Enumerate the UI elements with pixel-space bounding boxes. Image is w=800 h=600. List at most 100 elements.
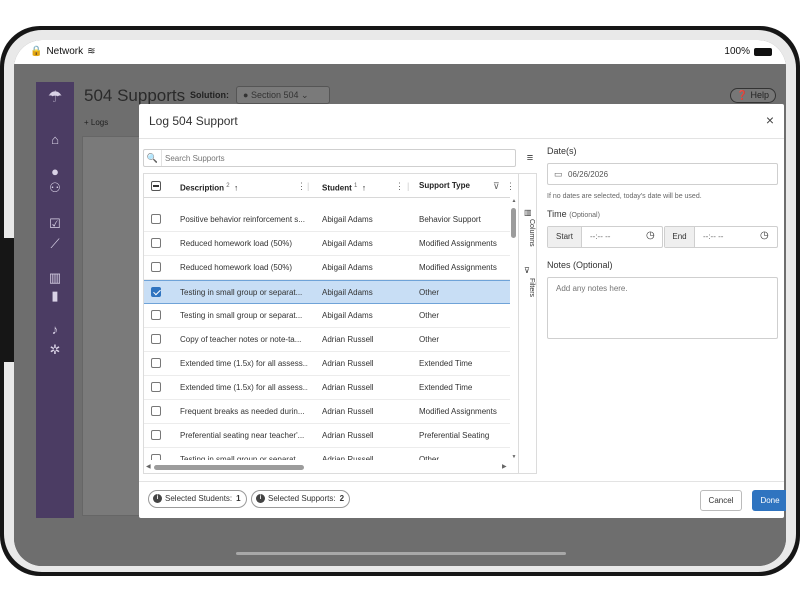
horizontal-scrollbar[interactable]: ◀ ▶	[144, 462, 518, 472]
column-menu-icon[interactable]: ⋮	[506, 174, 515, 198]
date-field[interactable]: ▭ 06/26/2026	[547, 163, 778, 185]
info-icon: i	[256, 494, 265, 503]
cell-description: Testing in small group or separat...	[180, 455, 303, 460]
gear-icon[interactable]: ✲	[47, 342, 63, 358]
row-checkbox[interactable]	[151, 238, 161, 248]
status-bar: 🔒 Network ≋ 100%	[14, 40, 786, 64]
sliders-icon[interactable]: ≡	[523, 151, 537, 165]
help-button[interactable]: ❓ Help	[729, 88, 776, 103]
cell-support-type: Preferential Seating	[419, 431, 490, 440]
cell-student: Adrian Russell	[322, 431, 374, 440]
user-icon[interactable]: ●	[47, 164, 63, 180]
notes-label: Notes (Optional)	[547, 260, 613, 270]
file-icon[interactable]: ▮	[47, 288, 63, 304]
selected-supports-count: 2	[339, 494, 345, 503]
column-menu-icon[interactable]: ⋮	[297, 174, 306, 198]
description-sort-order: 2	[226, 183, 230, 189]
table-row[interactable]: Testing in small group or separat... Abig…	[144, 304, 510, 328]
row-checkbox[interactable]	[151, 454, 161, 460]
selected-supports-badge: i Selected Supports: 2	[251, 490, 351, 508]
page-title: 504 Supports	[84, 86, 186, 105]
arrow-up-icon: ↑	[234, 183, 239, 193]
dates-label: Date(s)	[547, 146, 577, 156]
horizontal-scroll-thumb[interactable]	[154, 465, 304, 470]
users-icon[interactable]: ⚇	[47, 180, 63, 196]
end-time-group: End --:-- -- ◷	[664, 226, 778, 248]
cell-support-type: Modified Assignments	[419, 239, 497, 248]
cell-description: Copy of teacher notes or note-ta...	[180, 335, 302, 344]
table-row[interactable]: Reduced homework load (50%) Abigail Adams…	[144, 232, 510, 256]
row-checkbox[interactable]	[151, 262, 161, 272]
cell-support-type: Other	[419, 335, 440, 344]
vertical-scrollbar[interactable]: ▲ ▼	[510, 198, 518, 460]
column-header-support-type[interactable]: Support Type	[419, 174, 470, 198]
row-checkbox[interactable]	[151, 430, 161, 440]
selected-students-count: 1	[236, 494, 241, 503]
table-row[interactable]: Preferential seating near teacher'... Adr…	[144, 424, 510, 448]
home-icon[interactable]: ⌂	[47, 132, 63, 148]
row-checkbox[interactable]	[151, 287, 161, 297]
table-row[interactable]: Positive behavior reinforcement s... Abig…	[144, 208, 510, 232]
scroll-left-icon[interactable]: ◀	[146, 463, 151, 470]
start-time-input[interactable]: --:-- --	[590, 227, 610, 247]
columns-icon[interactable]: ▥	[524, 208, 532, 217]
chart-bar-icon[interactable]: ▥	[47, 270, 63, 286]
supports-grid: Description 2 ↑ ⋮ | Student 1 ↑ ⋮ | Supp…	[143, 173, 537, 474]
row-checkbox[interactable]	[151, 334, 161, 344]
search-input[interactable]	[165, 151, 505, 165]
table-row[interactable]: Reduced homework load (50%) Abigail Adams…	[144, 256, 510, 280]
row-checkbox[interactable]	[151, 382, 161, 392]
umbrella-icon[interactable]: ☂	[47, 90, 63, 106]
solution-label: Solution:	[190, 90, 229, 100]
logs-button[interactable]: + Logs	[84, 118, 108, 127]
grid-header: Description 2 ↑ ⋮ | Student 1 ↑ ⋮ | Supp…	[144, 174, 515, 198]
notes-textarea[interactable]	[547, 277, 778, 339]
filter-icon[interactable]: ⊽	[493, 174, 500, 198]
date-hint: If no dates are selected, today's date w…	[547, 193, 702, 200]
clock-icon[interactable]: ◷	[646, 230, 655, 241]
student-sort-order: 1	[354, 183, 358, 189]
table-row[interactable]: Copy of teacher notes or note-ta... Adria…	[144, 328, 510, 352]
column-header-student[interactable]: Student 1 ↑	[322, 174, 366, 198]
cell-description: Extended time (1.5x) for all assess...	[180, 359, 308, 368]
table-row[interactable]: Extended time (1.5x) for all assess... Ad…	[144, 352, 510, 376]
cancel-button[interactable]: Cancel	[700, 490, 742, 511]
table-row[interactable]: Testing in small group or separat... Adri…	[144, 448, 510, 460]
cell-description: Preferential seating near teacher'...	[180, 431, 305, 440]
done-button[interactable]: Done	[752, 490, 786, 511]
row-checkbox[interactable]	[151, 310, 161, 320]
cell-support-type: Other	[419, 311, 440, 320]
table-row[interactable]: Testing in small group or separat... Abig…	[144, 280, 510, 304]
cell-student: Abigail Adams	[322, 288, 373, 297]
row-checkbox[interactable]	[151, 358, 161, 368]
scroll-right-icon[interactable]: ▶	[502, 463, 507, 470]
scroll-up-icon[interactable]: ▲	[510, 198, 518, 204]
table-row[interactable]: Frequent breaks as needed durin... Adrian…	[144, 400, 510, 424]
vertical-scroll-thumb[interactable]	[511, 208, 516, 238]
scroll-down-icon[interactable]: ▼	[510, 454, 518, 460]
battery-label: 100%	[724, 46, 750, 57]
table-row[interactable]: Extended time (1.5x) for all assess... Ad…	[144, 376, 510, 400]
cell-support-type: Extended Time	[419, 383, 473, 392]
row-checkbox[interactable]	[151, 214, 161, 224]
columns-tool-button[interactable]: Columns	[523, 219, 535, 247]
column-menu-icon[interactable]: ⋮	[395, 174, 404, 198]
column-header-description[interactable]: Description 2 ↑	[180, 174, 238, 198]
solution-select[interactable]: ● Section 504 ⌄	[236, 86, 330, 104]
chart-line-icon[interactable]: ⟋	[47, 236, 63, 252]
clock-icon[interactable]: ◷	[760, 230, 769, 241]
cell-student: Adrian Russell	[322, 407, 374, 416]
select-all-checkbox[interactable]	[151, 181, 161, 191]
row-checkbox[interactable]	[151, 406, 161, 416]
close-icon[interactable]: ×	[766, 112, 774, 128]
filters-tool-button[interactable]: Filters	[523, 278, 535, 297]
checkbox-icon[interactable]: ☑	[47, 216, 63, 232]
supports-grid-area: 🔍 ≡ Description 2 ↑ ⋮ | Student 1 ↑ ⋮ | …	[143, 149, 537, 475]
wifi-icon: ≋	[87, 46, 96, 57]
filter-icon[interactable]: ⊽	[524, 266, 530, 275]
cell-student: Abigail Adams	[322, 239, 373, 248]
cell-student: Adrian Russell	[322, 359, 374, 368]
bell-icon[interactable]: ♪	[47, 322, 63, 338]
search-box: 🔍	[143, 149, 516, 167]
end-time-input[interactable]: --:-- --	[703, 227, 723, 247]
